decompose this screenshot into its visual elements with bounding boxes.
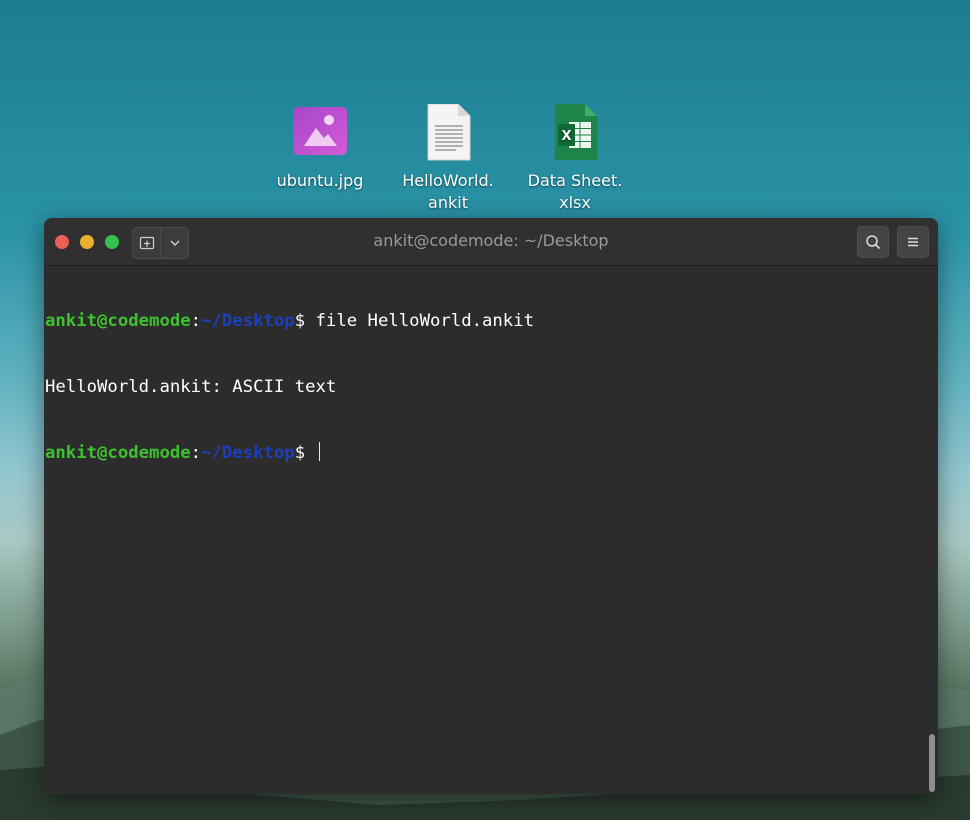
prompt-symbol: $ bbox=[294, 311, 316, 331]
search-icon bbox=[866, 235, 881, 250]
prompt-user-host: ankit@codemode bbox=[45, 443, 191, 463]
prompt-user-host: ankit@codemode bbox=[45, 311, 191, 331]
command-output: HelloWorld.ankit: ASCII text bbox=[45, 377, 337, 397]
terminal-line: HelloWorld.ankit: ASCII text bbox=[45, 376, 926, 398]
search-button[interactable] bbox=[857, 226, 889, 258]
desktop-icon-data-sheet-xlsx[interactable]: X Data Sheet. xlsx bbox=[520, 104, 630, 214]
svg-text:X: X bbox=[561, 129, 571, 144]
desktop-icon-label: HelloWorld. ankit bbox=[402, 171, 494, 212]
prompt-separator: : bbox=[190, 311, 202, 331]
prompt-path: ~/Desktop bbox=[201, 311, 295, 331]
prompt-separator: : bbox=[190, 443, 202, 463]
terminal-line: ankit@codemode:~/Desktop$ file HelloWorl… bbox=[45, 310, 926, 332]
terminal-output[interactable]: ankit@codemode:~/Desktop$ file HelloWorl… bbox=[44, 266, 926, 794]
terminal-titlebar[interactable]: ankit@codemode: ~/Desktop bbox=[44, 218, 938, 266]
hamburger-menu-button[interactable] bbox=[897, 226, 929, 258]
scrollbar-thumb[interactable] bbox=[929, 734, 935, 792]
desktop-icon-label: Data Sheet. xlsx bbox=[527, 171, 623, 212]
spreadsheet-file-icon: X bbox=[555, 104, 597, 160]
prompt-path: ~/Desktop bbox=[201, 443, 295, 463]
image-file-icon bbox=[293, 107, 347, 155]
desktop-icon-label: ubuntu.jpg bbox=[276, 171, 364, 190]
scrollbar[interactable] bbox=[926, 266, 938, 794]
terminal-window[interactable]: ankit@codemode: ~/Desktop ankit@codemode… bbox=[44, 218, 938, 794]
window-title: ankit@codemode: ~/Desktop bbox=[373, 231, 609, 250]
hamburger-menu-icon bbox=[908, 237, 918, 247]
desktop-icon-helloworld-ankit[interactable]: HelloWorld. ankit bbox=[393, 104, 503, 214]
desktop-icon-ubuntu-jpg[interactable]: ubuntu.jpg bbox=[265, 104, 375, 192]
command-text: file HelloWorld.ankit bbox=[315, 311, 535, 331]
prompt-symbol: $ bbox=[294, 443, 316, 463]
text-cursor bbox=[318, 442, 320, 461]
text-document-icon bbox=[427, 104, 471, 161]
terminal-line: ankit@codemode:~/Desktop$ bbox=[45, 442, 926, 464]
